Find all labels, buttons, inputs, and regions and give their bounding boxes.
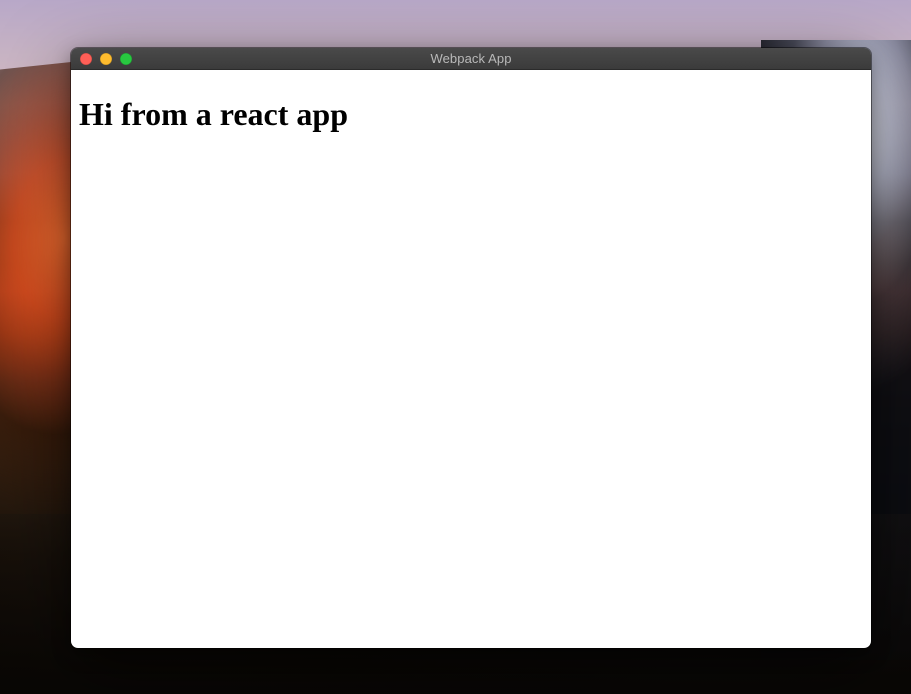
close-icon[interactable] bbox=[80, 53, 92, 65]
page-heading: Hi from a react app bbox=[79, 96, 863, 133]
window-title-bar[interactable]: Webpack App bbox=[71, 48, 871, 70]
maximize-icon[interactable] bbox=[120, 53, 132, 65]
minimize-icon[interactable] bbox=[100, 53, 112, 65]
window-title: Webpack App bbox=[71, 51, 871, 66]
traffic-lights bbox=[71, 53, 132, 65]
window-content: Hi from a react app bbox=[71, 70, 871, 648]
app-window: Webpack App Hi from a react app bbox=[71, 48, 871, 648]
